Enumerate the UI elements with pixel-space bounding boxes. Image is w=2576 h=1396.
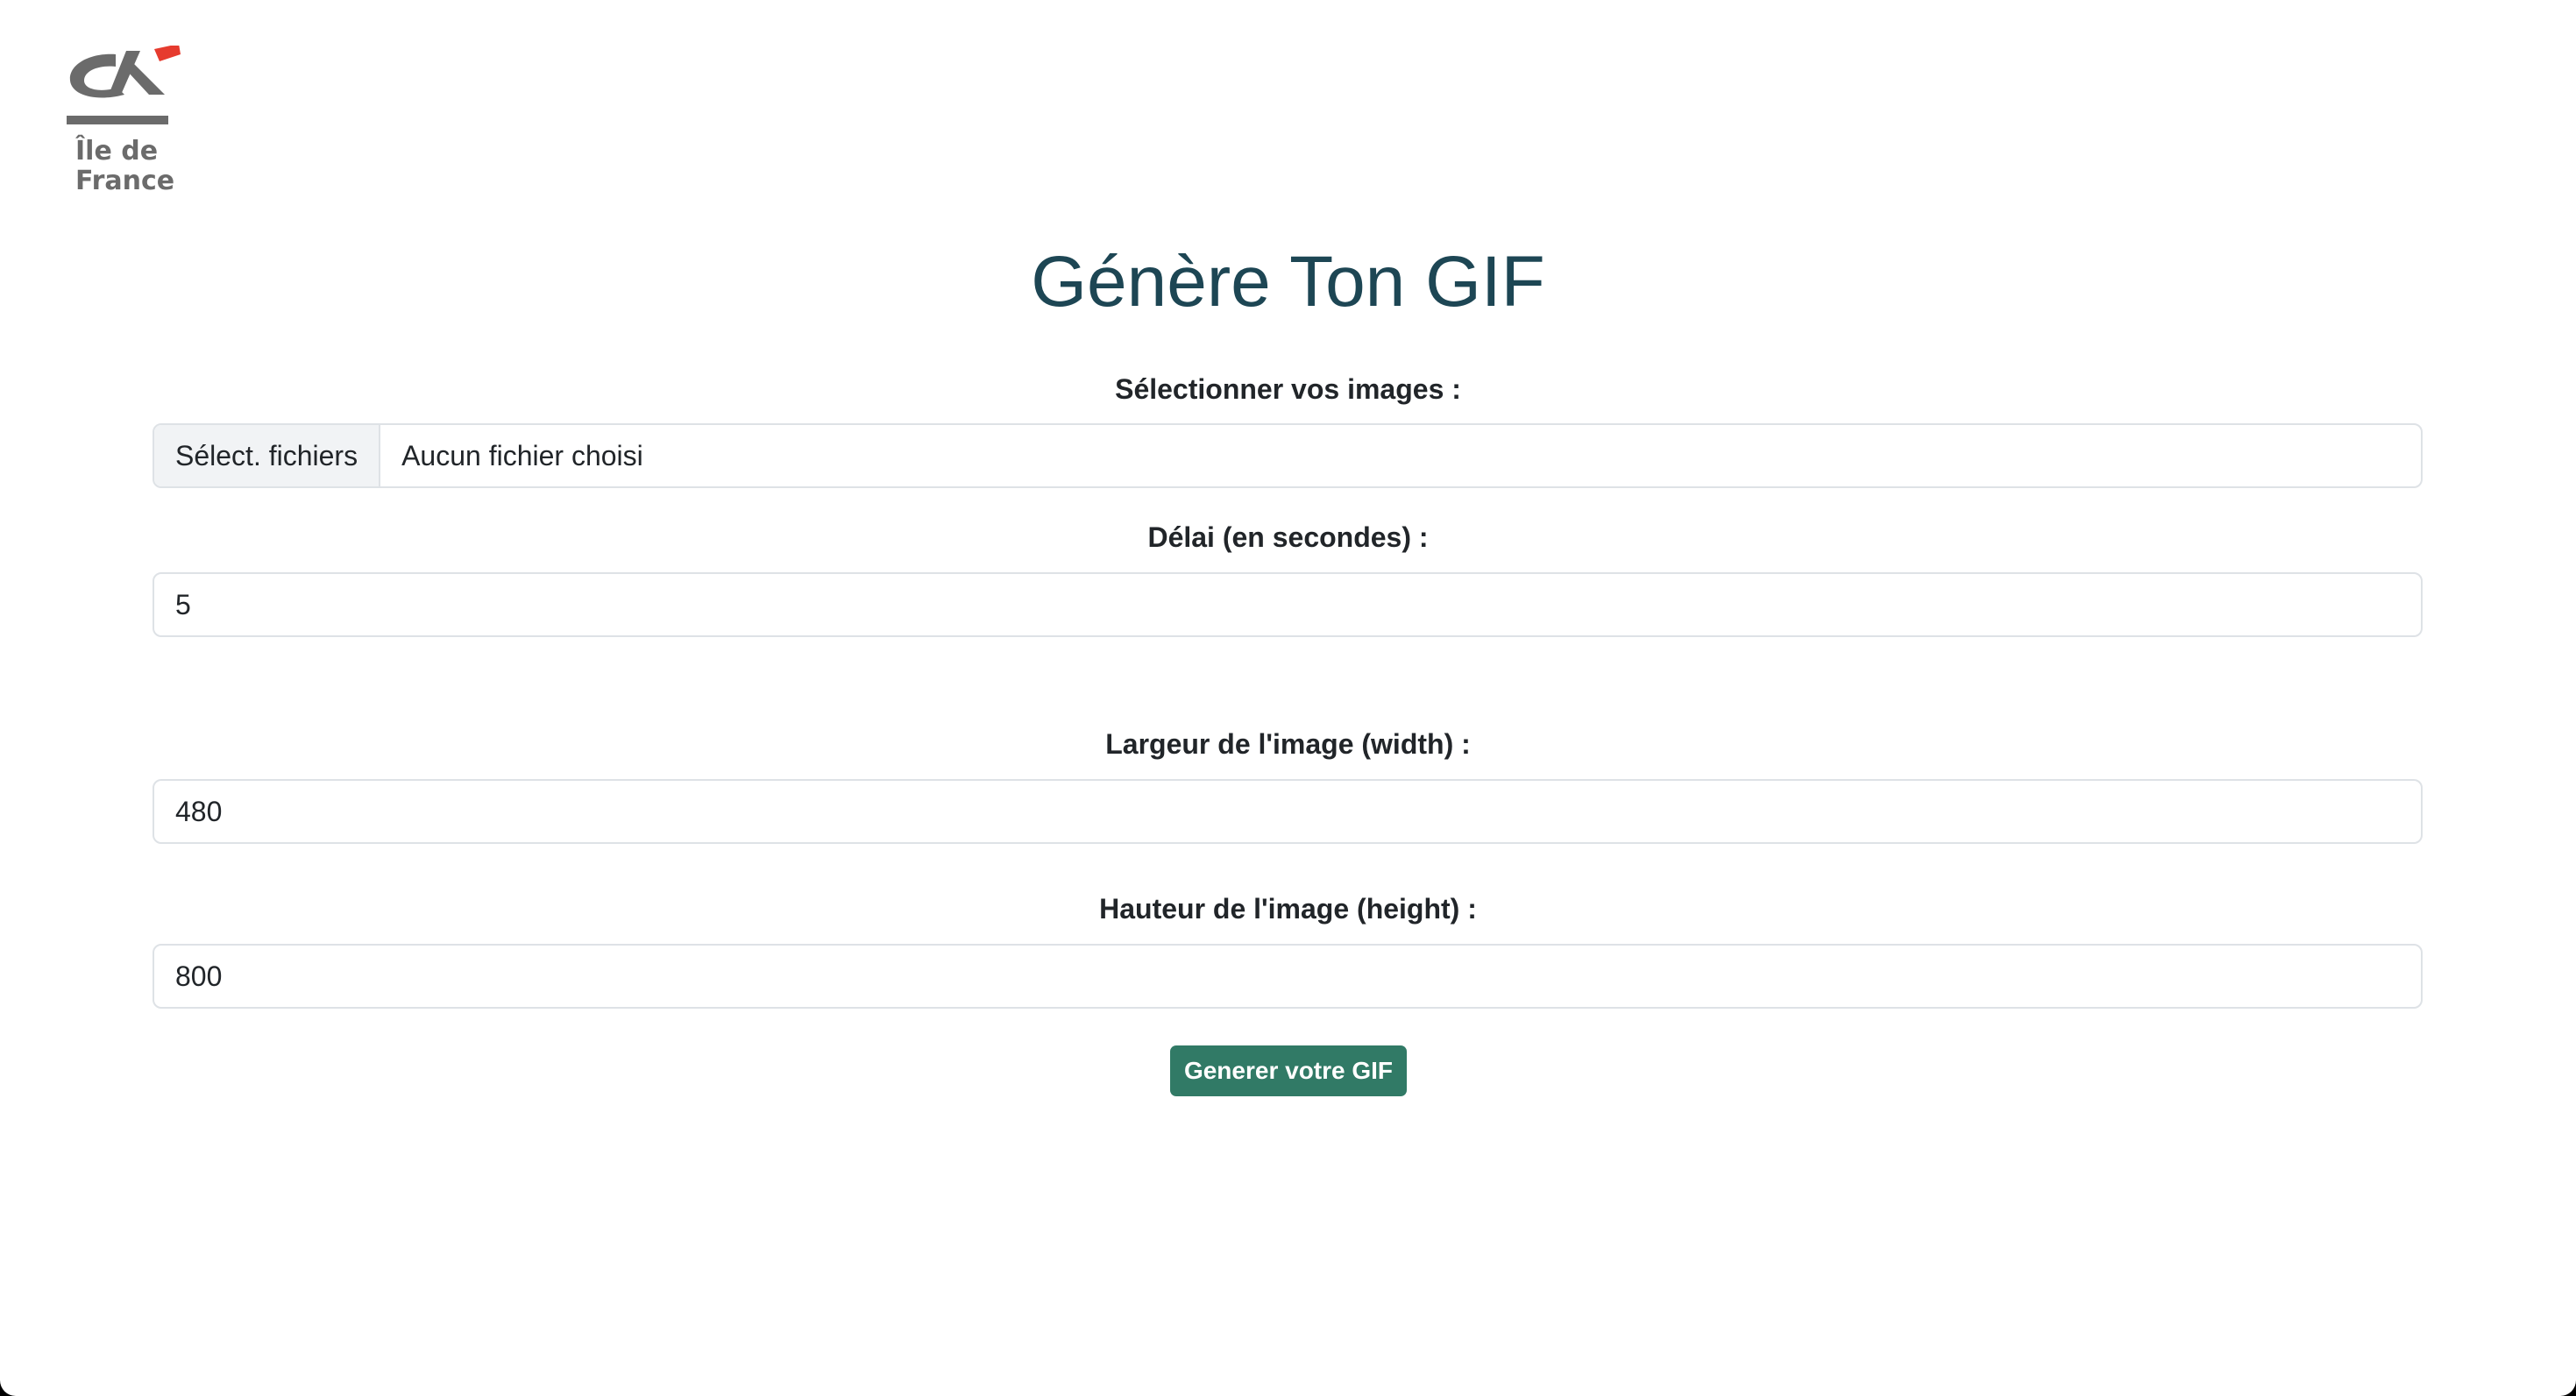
select-files-button[interactable]: Sélect. fichiers [154, 425, 381, 486]
delay-value: 5 [175, 588, 191, 620]
width-value: 480 [175, 795, 223, 827]
file-status-text: Aucun fichier choisi [401, 439, 643, 471]
delay-input[interactable]: 5 [153, 572, 2423, 637]
logo-text-line1: Île de [75, 136, 159, 167]
height-value: 800 [175, 960, 223, 992]
delay-label: Délai (en secondes) : [1147, 521, 1429, 553]
width-input[interactable]: 480 [153, 779, 2423, 844]
width-label: Largeur de l'image (width) : [1105, 728, 1471, 760]
page-title: Génère Ton GIF [1031, 242, 1545, 322]
logo-text-line2: France [75, 166, 175, 196]
page: Île de France Génère Ton GIF Sélectionne… [0, 0, 2576, 1396]
height-input[interactable]: 800 [153, 944, 2423, 1009]
credit-agricole-emblem-icon [67, 46, 181, 124]
images-label: Sélectionner vos images : [1115, 373, 1461, 405]
logo-text: Île de France [75, 137, 174, 196]
generate-gif-button[interactable]: Generer votre GIF [1170, 1045, 1407, 1096]
height-label: Hauteur de l'image (height) : [1099, 893, 1477, 925]
credit-agricole-logo: Île de France [63, 46, 186, 203]
images-file-input[interactable]: Sélect. fichiers Aucun fichier choisi [153, 423, 2423, 488]
